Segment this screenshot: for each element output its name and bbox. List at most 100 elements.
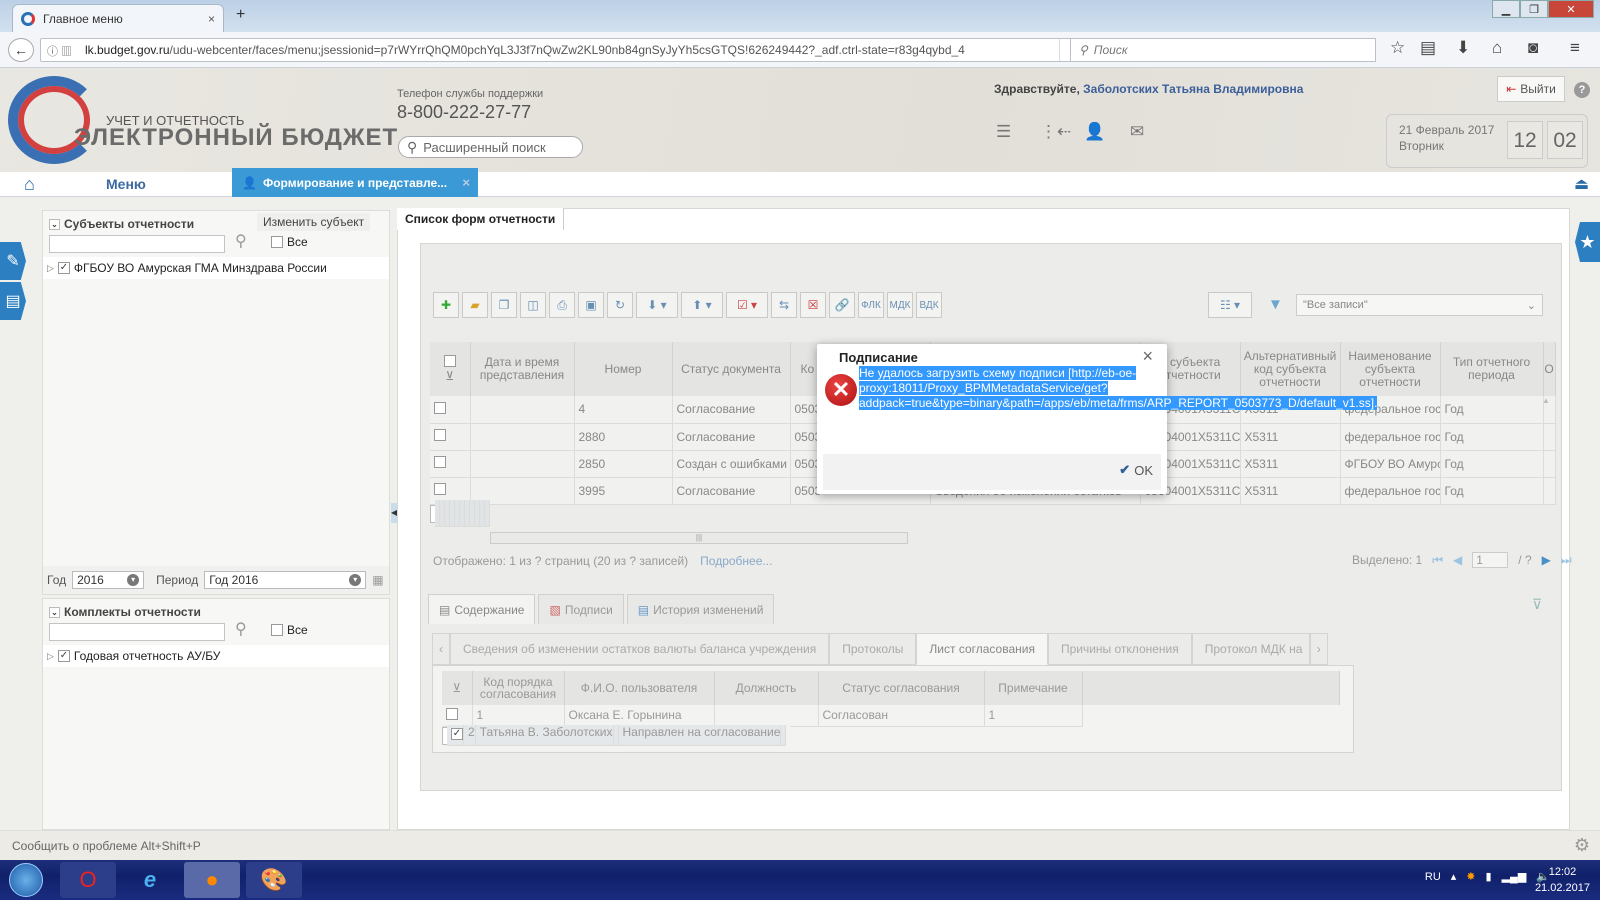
expand-icon[interactable]: ▷	[47, 263, 54, 274]
back-icon[interactable]: ←	[8, 38, 34, 62]
close-icon[interactable]: ×	[1142, 346, 1153, 367]
gear-icon[interactable]: ⚙	[1574, 835, 1590, 856]
close-window-icon[interactable]: ✕	[1548, 0, 1594, 18]
new-tab-button[interactable]: +	[236, 6, 245, 24]
expand-icon[interactable]: ▷	[47, 651, 54, 662]
column-header[interactable]: Код порядка согласования	[472, 671, 565, 705]
row-checkbox[interactable]: ✓	[451, 728, 463, 740]
item-checkbox[interactable]: ✓	[57, 262, 70, 274]
battery-icon[interactable]: ▮	[1486, 870, 1492, 883]
vertical-scrollbar[interactable]: ▲	[1542, 396, 1554, 528]
column-header[interactable]: Дата и время представления	[470, 342, 575, 396]
minimize-icon[interactable]: ▁	[1492, 0, 1520, 18]
row-checkbox-cell[interactable]	[442, 705, 473, 727]
restore-icon[interactable]: ❐	[1520, 0, 1548, 18]
tabs-scroll-right-icon[interactable]: ›	[1309, 633, 1328, 665]
all-kits-checkbox[interactable]	[271, 624, 283, 636]
copy-icon[interactable]: ❐	[491, 292, 517, 318]
chevron-down-icon[interactable]: ⌄	[49, 606, 60, 618]
row-checkbox[interactable]	[434, 483, 446, 495]
row-checkbox[interactable]	[434, 429, 446, 441]
firefox-taskbar-icon[interactable]: ●	[184, 862, 240, 898]
select-all-checkbox[interactable]	[443, 355, 456, 367]
calendar-icon[interactable]: ▦	[372, 573, 383, 587]
filter-icon[interactable]: ▼	[1268, 296, 1283, 313]
row-checkbox[interactable]	[434, 456, 446, 468]
home-icon[interactable]: ⌂	[24, 174, 35, 195]
user-name-link[interactable]: Заболотских Татьяна Владимировна	[1083, 82, 1303, 96]
horizontal-scrollbar[interactable]: |||	[490, 532, 908, 544]
kits-search-input[interactable]	[49, 623, 225, 641]
tab-report-forms-list[interactable]: Список форм отчетности	[397, 208, 565, 230]
row-checkbox[interactable]	[434, 401, 446, 414]
column-header[interactable]: Ф.И.О. пользователя	[564, 671, 715, 705]
internet-explorer-taskbar-icon[interactable]: e	[122, 862, 178, 898]
print-icon[interactable]: ⎙	[549, 292, 575, 318]
mail-icon[interactable]: ✉	[1130, 122, 1144, 142]
row-checkbox-cell[interactable]	[430, 450, 471, 478]
column-header[interactable]: Номер	[574, 342, 673, 396]
bookmarks-list-icon[interactable]: ▤	[1420, 38, 1436, 58]
subtab[interactable]: Протоколы	[829, 633, 917, 665]
transfer-icon[interactable]: ⇆	[771, 292, 797, 318]
ok-button[interactable]: ✔ OK	[1119, 462, 1153, 478]
menu-link[interactable]: Меню	[106, 176, 146, 192]
tree-item-label[interactable]: Годовая отчетность АУ/БУ	[74, 649, 221, 663]
column-header[interactable]: Наименование субъекта отчетности	[1340, 342, 1441, 396]
year-select[interactable]: 2016 ▾	[72, 571, 145, 589]
user-icon[interactable]: 👤	[1084, 122, 1105, 142]
collapse-details-icon[interactable]: ⊽	[1532, 596, 1542, 613]
columns-view-dropdown[interactable]: ☷ ▾	[1208, 292, 1252, 318]
folder-icon[interactable]: ▰	[462, 292, 488, 318]
subjects-search-input[interactable]	[49, 235, 225, 253]
tabs-scroll-left-icon[interactable]: ‹	[432, 633, 450, 665]
next-page-icon[interactable]: ▶	[1542, 553, 1551, 567]
import-dropdown-icon[interactable]: ⬇ ▾	[636, 292, 678, 318]
paint-taskbar-icon[interactable]: 🎨	[246, 862, 302, 898]
row-checkbox-cell[interactable]: ✓	[447, 725, 464, 746]
chevron-down-icon[interactable]: ⌄	[49, 218, 60, 230]
report-problem-link[interactable]: Сообщить о проблеме Alt+Shift+P	[12, 839, 201, 853]
search-icon[interactable]: ⚲	[235, 231, 247, 251]
download-icon[interactable]: ⬇	[1456, 38, 1470, 58]
tab-close-icon[interactable]: ×	[462, 175, 470, 190]
subtab[interactable]: Протокол МДК на	[1191, 633, 1310, 665]
more-link[interactable]: Подробнее...	[700, 554, 772, 568]
subtab[interactable]: Сведения об изменении остатков валюты ба…	[450, 633, 830, 665]
records-filter-select[interactable]: "Все записи" ⌄	[1296, 294, 1543, 316]
print-form-icon[interactable]: ▣	[578, 292, 604, 318]
filter-add-icon[interactable]: ⊻	[442, 671, 473, 705]
table-row[interactable]: 1 Оксана Е. Горынина Согласован 1	[442, 705, 1339, 727]
avast-icon[interactable]: ✸	[1466, 870, 1475, 883]
search-icon[interactable]: ⚲	[235, 619, 247, 639]
tab-close-icon[interactable]: ×	[208, 12, 215, 26]
column-header[interactable]: Тип отчетного периода	[1440, 342, 1544, 396]
vdk-button[interactable]: ВДК	[916, 292, 942, 318]
start-button[interactable]	[0, 862, 52, 898]
help-icon[interactable]: ?	[1574, 82, 1590, 98]
row-checkbox[interactable]	[446, 707, 458, 720]
delete-icon[interactable]: ☒	[800, 292, 826, 318]
tab-content[interactable]: ▤ Содержание	[428, 594, 536, 624]
page-input[interactable]: 1	[1472, 552, 1509, 568]
list-icon[interactable]: ☰	[996, 122, 1011, 142]
flk-button[interactable]: ФЛК	[858, 292, 884, 318]
language-indicator[interactable]: RU	[1425, 871, 1441, 883]
create-icon[interactable]: ✚	[433, 292, 459, 318]
pocket-icon[interactable]: ◙	[1528, 38, 1538, 58]
column-header[interactable]: Статус согласования	[818, 671, 985, 705]
select-all-header[interactable]: ⊻	[430, 342, 471, 396]
browser-search-input[interactable]: ⚲ Поиск	[1070, 38, 1376, 62]
prev-page-icon[interactable]: ◀	[1453, 553, 1462, 567]
item-checkbox[interactable]: ✓	[57, 650, 70, 662]
subtab[interactable]: Причины отклонения	[1047, 633, 1192, 665]
advanced-search-input[interactable]: ⚲ Расширенный поиск	[398, 136, 583, 158]
tray-expand-icon[interactable]: ▴	[1451, 870, 1457, 883]
network-icon[interactable]: ▂▄▆	[1502, 870, 1527, 883]
opera-taskbar-icon[interactable]: O	[60, 862, 116, 898]
row-checkbox-cell[interactable]	[430, 423, 471, 451]
period-select[interactable]: Год 2016 ▾	[204, 571, 367, 589]
tab-signatures[interactable]: ▧ Подписи	[538, 594, 624, 624]
archive-side-tab[interactable]: ▤	[0, 282, 26, 320]
export-dropdown-icon[interactable]: ⬆ ▾	[681, 292, 723, 318]
